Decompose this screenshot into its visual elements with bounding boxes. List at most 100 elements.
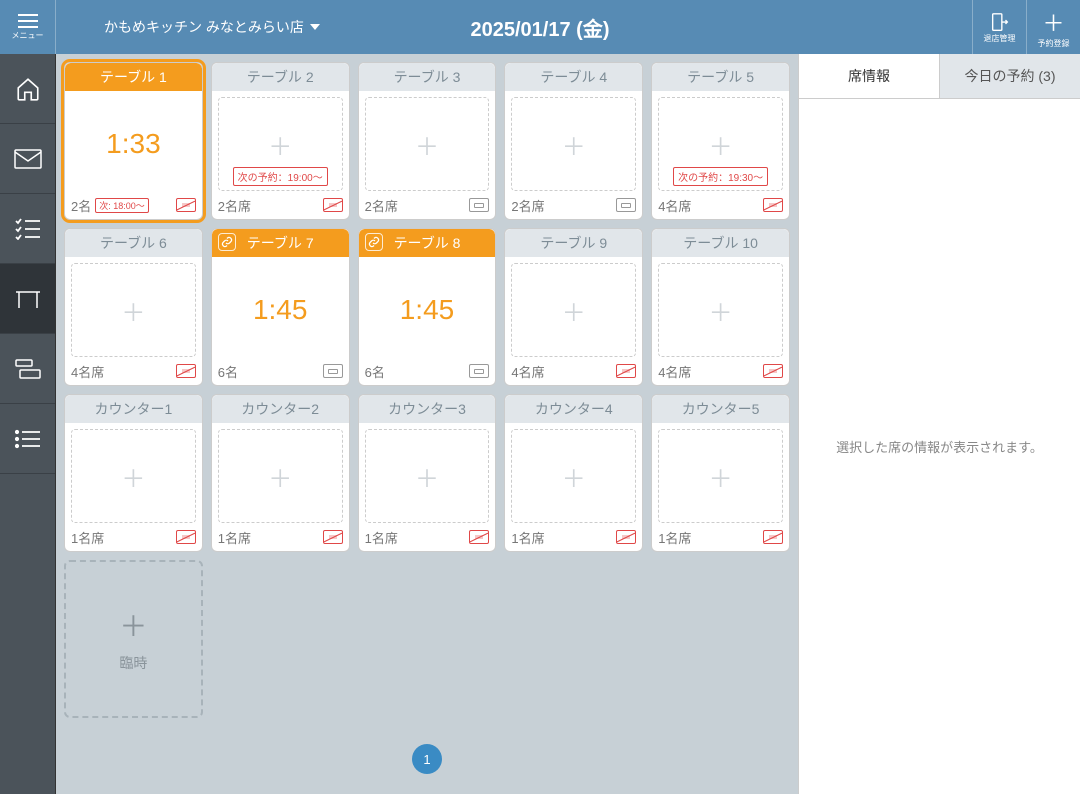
seat-count: 6名 (218, 362, 238, 381)
table-card-footer: 4名席 (65, 357, 202, 385)
table-card-footer: 2名席 (505, 191, 642, 219)
table-card-header: テーブル 10 (652, 229, 789, 257)
table-card[interactable]: テーブル 5＋次の予約：19:30～4名席 (651, 62, 790, 220)
table-card[interactable]: テーブル 10 ＋ 4名席 (651, 228, 790, 386)
no-smoking-icon (176, 530, 196, 544)
table-card[interactable]: テーブル 3＋2名席 (358, 62, 497, 220)
table-card-body: ＋次の予約：19:30～ (658, 97, 783, 191)
table-card-header: テーブル 1 (65, 63, 202, 91)
exit-management-button[interactable]: 退店管理 (972, 0, 1026, 54)
mail-icon (13, 147, 43, 171)
no-smoking-icon (763, 198, 783, 212)
table-card[interactable]: テーブル 4＋2名席 (504, 62, 643, 220)
elapsed-time: 1:45 (253, 294, 308, 326)
seat-count: 2名席 (511, 196, 544, 215)
table-card-body: ＋ (658, 263, 783, 357)
plus-icon: ＋ (709, 459, 733, 494)
sidebar-item-checklist[interactable] (0, 194, 55, 264)
table-card[interactable]: カウンター1 ＋ 1名席 (64, 394, 203, 552)
chevron-down-icon (310, 24, 320, 30)
exit-label: 退店管理 (984, 33, 1016, 44)
seat-count: 6名 (365, 362, 385, 381)
table-card-body: ＋ (365, 429, 490, 523)
sidebar-item-home[interactable] (0, 54, 55, 124)
seat-count: 4名席 (658, 196, 691, 215)
table-card-header: テーブル 7 (212, 229, 349, 257)
table-card[interactable]: テーブル 8 1:45 6名 (358, 228, 497, 386)
pager-page-1[interactable]: 1 (412, 744, 442, 774)
table-card[interactable]: テーブル 9＋4名席 (504, 228, 643, 386)
table-card[interactable]: テーブル 1 1:33 2名次: 18:00～ (64, 62, 203, 220)
right-panel: 席情報 今日の予約 (3) 選択した席の情報が表示されます。 (798, 54, 1080, 794)
sidebar-item-mail[interactable] (0, 124, 55, 194)
next-time-badge: 次: 18:00～ (95, 198, 149, 213)
table-card[interactable]: カウンター5＋1名席 (651, 394, 790, 552)
table-card[interactable]: カウンター4＋1名席 (504, 394, 643, 552)
plus-icon: ＋ (415, 459, 439, 494)
store-name: かもめキッチン みなとみらい店 (104, 17, 304, 37)
table-card-footer: 2名席 (212, 191, 349, 219)
sidebar-item-seats[interactable] (0, 334, 55, 404)
sidebar-item-tables[interactable] (0, 264, 55, 334)
no-smoking-icon (176, 364, 196, 378)
plus-icon: ＋ (1042, 6, 1064, 38)
smoking-icon (616, 198, 636, 212)
table-card[interactable]: テーブル 2 ＋次の予約：19:00～ 2名席 (211, 62, 350, 220)
seat-count: 1名席 (511, 528, 544, 547)
panel-placeholder: 選択した席の情報が表示されます。 (799, 99, 1080, 794)
link-icon (365, 233, 383, 251)
table-card-body: ＋次の予約：19:00～ (218, 97, 343, 191)
new-reservation-label: 予約登録 (1038, 38, 1070, 49)
hamburger-icon (18, 14, 38, 28)
table-card-footer: 2名席 (359, 191, 496, 219)
tab-today-reservations[interactable]: 今日の予約 (3) (939, 54, 1080, 98)
table-card[interactable]: テーブル 6 ＋ 4名席 (64, 228, 203, 386)
seat-count: 1名席 (218, 528, 251, 547)
table-card[interactable]: カウンター2＋1名席 (211, 394, 350, 552)
table-name: テーブル 7 (247, 233, 314, 253)
smoking-icon (469, 364, 489, 378)
sidebar-item-list[interactable] (0, 404, 55, 474)
home-icon (13, 77, 43, 101)
table-card-header: テーブル 2 (212, 63, 349, 91)
new-reservation-button[interactable]: ＋ 予約登録 (1026, 0, 1080, 54)
table-name: テーブル 3 (394, 67, 461, 87)
elapsed-time: 1:33 (106, 128, 161, 160)
table-name: テーブル 9 (540, 233, 607, 253)
table-card-body: 1:33 (71, 97, 196, 191)
no-smoking-icon (469, 530, 489, 544)
menu-button[interactable]: メニュー (0, 0, 56, 54)
table-name: テーブル 6 (100, 233, 167, 253)
add-table-card[interactable]: ＋ 臨時 (64, 560, 203, 718)
plus-icon: ＋ (268, 127, 292, 162)
header-actions: 退店管理 ＋ 予約登録 (972, 0, 1080, 54)
plus-icon: ＋ (121, 459, 145, 494)
tab-seat-info[interactable]: 席情報 (799, 54, 939, 98)
table-card[interactable]: カウンター3＋1名席 (358, 394, 497, 552)
table-card-header: テーブル 8 (359, 229, 496, 257)
table-card-footer: 2名次: 18:00～ (65, 191, 202, 219)
seat-count: 4名席 (658, 362, 691, 381)
table-card-footer: 1名席 (65, 523, 202, 551)
table-icon (13, 287, 43, 311)
plus-icon: ＋ (709, 127, 733, 162)
seat-count: 4名席 (71, 362, 104, 381)
plus-icon: ＋ (709, 293, 733, 328)
seat-count: 2名席 (365, 196, 398, 215)
table-card-footer: 4名席 (652, 191, 789, 219)
seat-count: 1名席 (71, 528, 104, 547)
sidebar (0, 54, 56, 794)
elapsed-time: 1:45 (400, 294, 455, 326)
seat-count: 2名席 (218, 196, 251, 215)
plus-icon: ＋ (268, 459, 292, 494)
table-name: カウンター1 (95, 399, 173, 419)
table-card-header: テーブル 9 (505, 229, 642, 257)
table-card[interactable]: テーブル 7 1:45 6名 (211, 228, 350, 386)
table-card-body: ＋ (658, 429, 783, 523)
store-selector[interactable]: かもめキッチン みなとみらい店 (56, 17, 340, 37)
table-name: テーブル 1 (100, 67, 167, 87)
link-icon (218, 233, 236, 251)
plus-icon: ＋ (119, 605, 147, 645)
plus-icon: ＋ (121, 293, 145, 328)
right-tabs: 席情報 今日の予約 (3) (799, 54, 1080, 99)
